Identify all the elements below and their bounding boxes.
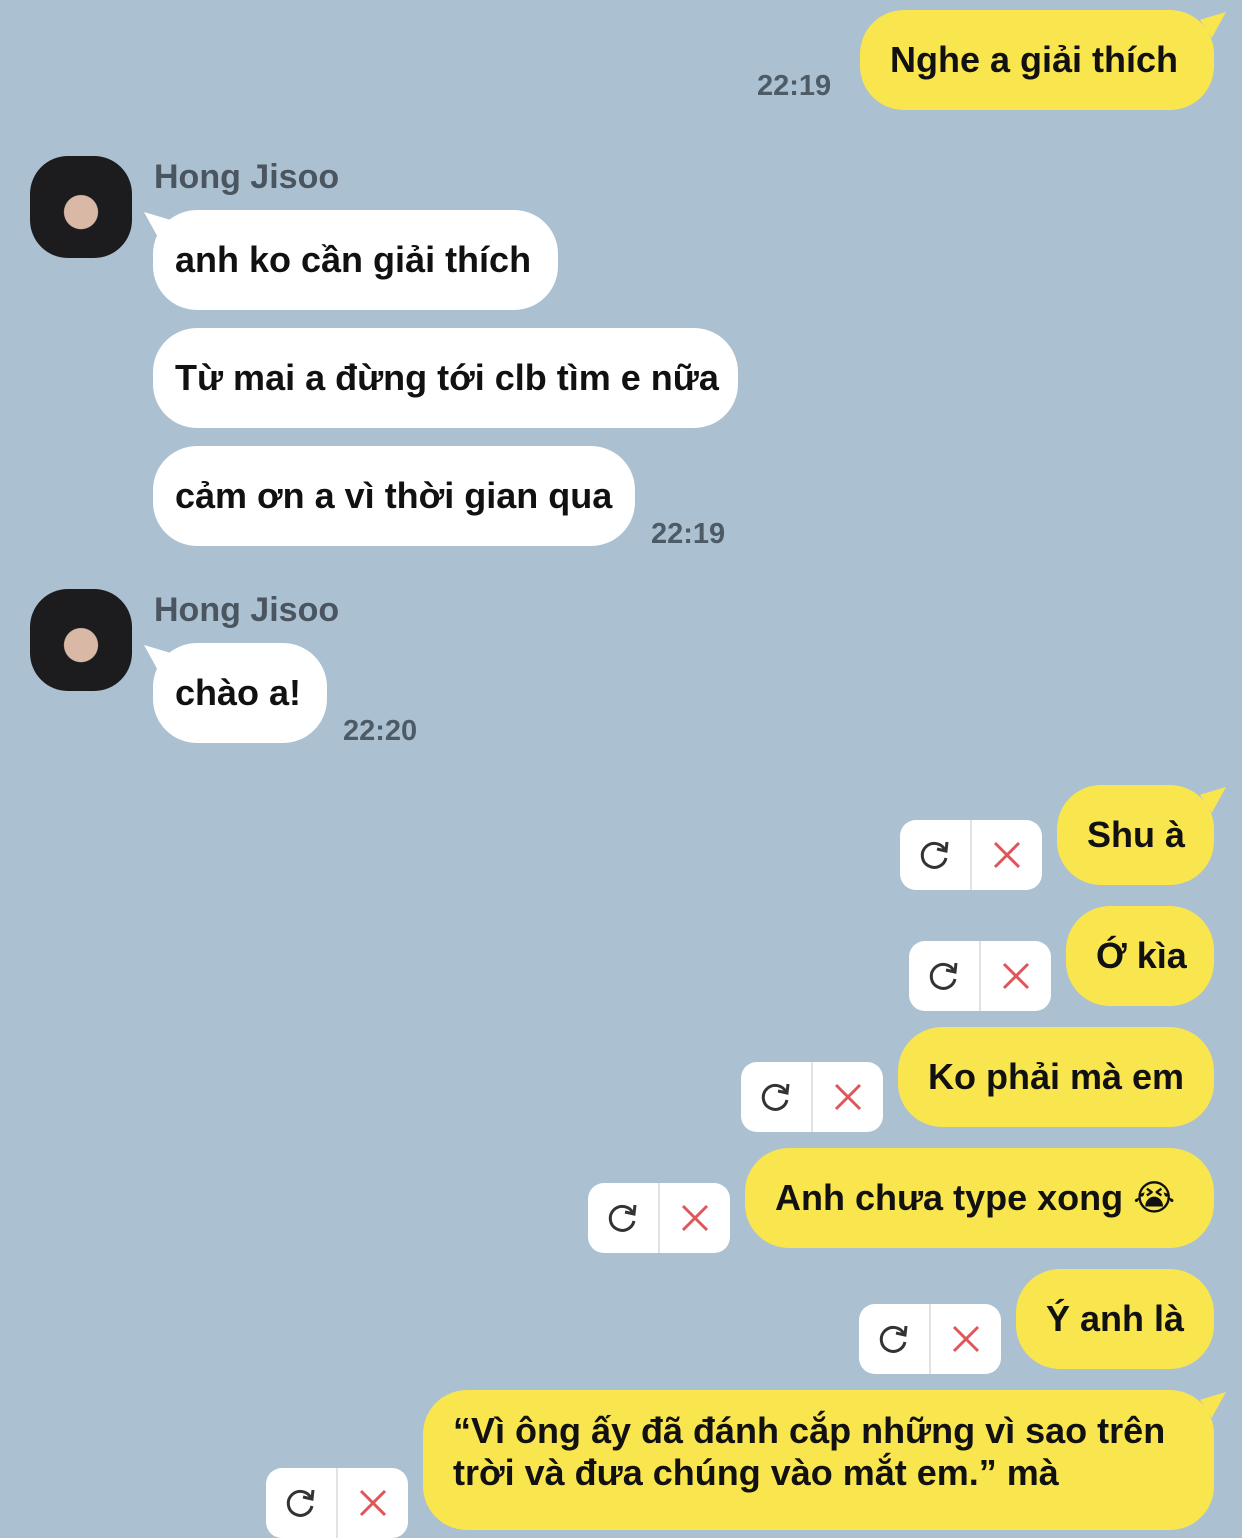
retry-icon <box>761 1083 790 1111</box>
failed-message-controls <box>859 1304 1001 1374</box>
message-text: Ý anh là <box>1046 1298 1185 1339</box>
message-text: cảm ơn a vì thời gian qua <box>175 475 613 516</box>
failed-message-controls <box>909 941 1051 1011</box>
message-time: 22:19 <box>757 70 832 102</box>
message-text-line: trời và đưa chúng vào mắt em.” mà <box>453 1452 1059 1493</box>
my-message-bubble[interactable]: Shu à <box>1057 785 1214 885</box>
delete-button[interactable] <box>811 1062 883 1132</box>
message-text: Ớ kìa <box>1096 935 1187 976</box>
failed-message-controls <box>900 820 1042 890</box>
retry-button[interactable] <box>909 941 979 1011</box>
close-icon <box>834 1083 862 1111</box>
retry-icon <box>929 962 958 990</box>
message-text: Nghe a giải thích <box>890 39 1179 80</box>
retry-button[interactable] <box>900 820 970 890</box>
message-text: anh ko cần giải thích <box>175 239 532 280</box>
retry-icon <box>608 1204 637 1232</box>
message-text: Shu à <box>1087 814 1186 855</box>
sender-name: Hong Jisoo <box>154 158 340 196</box>
my-message-bubble[interactable]: Anh chưa type xong 😭 <box>745 1148 1214 1248</box>
delete-button[interactable] <box>979 941 1051 1011</box>
retry-icon <box>879 1325 908 1353</box>
delete-button[interactable] <box>658 1183 730 1253</box>
close-icon <box>1002 962 1030 990</box>
retry-button[interactable] <box>588 1183 658 1253</box>
message-time: 22:20 <box>343 715 418 747</box>
their-message-bubble[interactable]: cảm ơn a vì thời gian qua <box>153 446 635 546</box>
their-message-bubble[interactable]: anh ko cần giải thích <box>153 210 558 310</box>
retry-button[interactable] <box>741 1062 811 1132</box>
message-text-line: “Vì ông ấy đã đánh cắp những vì sao trên <box>453 1410 1166 1451</box>
message-time: 22:19 <box>651 518 726 550</box>
avatar[interactable] <box>30 156 132 258</box>
retry-button[interactable] <box>266 1468 336 1538</box>
delete-button[interactable] <box>336 1468 408 1538</box>
message-text: Từ mai a đừng tới clb tìm e nữa <box>175 357 719 398</box>
sender-name: Hong Jisoo <box>154 591 340 629</box>
close-icon <box>993 841 1021 869</box>
my-message-bubble[interactable]: Nghe a giải thích <box>860 10 1214 110</box>
their-message-bubble[interactable]: Từ mai a đừng tới clb tìm e nữa <box>153 328 738 428</box>
retry-icon <box>920 841 949 869</box>
close-icon <box>952 1325 980 1353</box>
retry-icon <box>286 1489 315 1517</box>
failed-message-controls <box>741 1062 883 1132</box>
failed-message-controls <box>588 1183 730 1253</box>
delete-button[interactable] <box>929 1304 1001 1374</box>
delete-button[interactable] <box>970 820 1042 890</box>
failed-message-controls <box>266 1468 408 1538</box>
my-message-bubble[interactable]: Ớ kìa <box>1066 906 1214 1006</box>
message-text: Anh chưa type xong 😭 <box>775 1177 1176 1218</box>
their-message-bubble[interactable]: chào a! <box>153 643 327 743</box>
my-message-bubble[interactable]: Ko phải mà em <box>898 1027 1214 1127</box>
close-icon <box>681 1204 709 1232</box>
message-text: Ko phải mà em <box>928 1056 1185 1097</box>
message-text: chào a! <box>175 672 302 713</box>
my-message-bubble[interactable]: “Vì ông ấy đã đánh cắp những vì sao trên… <box>423 1390 1214 1530</box>
retry-button[interactable] <box>859 1304 929 1374</box>
close-icon <box>359 1489 387 1517</box>
my-message-bubble[interactable]: Ý anh là <box>1016 1269 1214 1369</box>
avatar[interactable] <box>30 589 132 691</box>
